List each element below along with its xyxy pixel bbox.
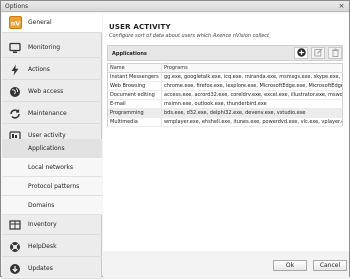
sidebar-item-maintenance[interactable]: Maintenance	[2, 104, 102, 124]
lightning-icon	[8, 63, 22, 77]
sidebar-item-label: Updates	[28, 265, 53, 272]
row-programs: gg.exe, googletalk.exe, icq.exe, miranda…	[161, 72, 343, 82]
applications-label: Applications	[112, 51, 147, 57]
sidebar-subitem-applications[interactable]: Applications	[2, 139, 102, 158]
row-name: Web Browsing	[107, 81, 162, 91]
row-name: Multimedia	[107, 117, 162, 127]
row-programs: msimn.exe, outlook.exe, thunderbird.exe	[161, 99, 343, 109]
monitor-icon	[8, 41, 22, 55]
row-programs: access.exe, acrord32.exe, coreldrv.exe, …	[161, 90, 343, 100]
updates-icon	[8, 262, 22, 276]
add-button[interactable]	[294, 47, 308, 59]
inventory-icon	[8, 218, 22, 232]
dialog-footer: Ok Cancel	[103, 252, 349, 277]
table-header-row: Name Programs	[107, 63, 343, 73]
sidebar-item-updates[interactable]: Updates	[2, 259, 102, 279]
edit-icon	[313, 48, 323, 59]
table-row[interactable]: Web Browsing chrome.exe, firefox.exe, ie…	[107, 81, 343, 91]
page-description: Configure sort of data about users which…	[109, 33, 270, 39]
row-name: E-mail	[107, 99, 162, 109]
sidebar-item-label: Inventory	[28, 221, 57, 228]
applications-table: Name Programs Instant Messengers gg.exe,…	[107, 63, 343, 127]
main-content: USER ACTIVITY Configure sort of data abo…	[103, 13, 349, 251]
globe-icon	[8, 85, 22, 99]
delete-button[interactable]	[328, 47, 342, 59]
sidebar-subitem-local-networks[interactable]: Local networks	[2, 158, 102, 177]
table-row[interactable]: E-mail msimn.exe, outlook.exe, thunderbi…	[107, 99, 343, 109]
sidebar-item-label: HelpDesk	[28, 243, 57, 250]
table-row[interactable]: Document editing access.exe, acrord32.ex…	[107, 90, 343, 100]
sidebar-item-label: Web access	[28, 88, 64, 95]
title-bar: Options ×	[1, 1, 349, 12]
maintenance-icon	[8, 107, 22, 121]
trash-icon	[331, 48, 340, 59]
helpdesk-icon	[8, 240, 22, 254]
table-row[interactable]: Instant Messengers gg.exe, googletalk.ex…	[107, 72, 343, 82]
close-icon[interactable]: ×	[337, 2, 346, 10]
applications-toolbar: Applications	[107, 45, 343, 61]
row-name: Document editing	[107, 90, 162, 100]
sidebar-item-inventory[interactable]: Inventory	[2, 215, 102, 235]
ok-button[interactable]: Ok	[273, 260, 307, 271]
sidebar-subitem-label: Domains	[28, 201, 55, 209]
sidebar-item-label: User activity	[28, 132, 66, 139]
sidebar-item-helpdesk[interactable]: HelpDesk	[2, 237, 102, 257]
sidebar-item-label: Maintenance	[28, 110, 67, 117]
column-header-name[interactable]: Name	[107, 63, 162, 73]
sidebar-item-monitoring[interactable]: Monitoring	[2, 38, 102, 58]
sidebar-subitem-label: Protocol patterns	[28, 182, 80, 190]
row-programs: bds.exe, d32.exe, delphi32.exe, devenv.e…	[161, 108, 343, 118]
row-name: Instant Messengers	[107, 72, 162, 82]
sidebar-item-label: Actions	[28, 66, 50, 73]
row-programs: chrome.exe, firefox.exe, iexplore.exe, M…	[161, 81, 343, 91]
sidebar-subitem-label: Applications	[28, 144, 65, 152]
sidebar-item-label: General	[28, 19, 52, 26]
sidebar-item-web-access[interactable]: Web access	[2, 82, 102, 102]
sidebar-item-label: Monitoring	[28, 44, 61, 51]
row-programs: wmplayer.exe, ehshell.exe, itunes.exe, p…	[161, 117, 343, 127]
table-row[interactable]: Multimedia wmplayer.exe, ehshell.exe, it…	[107, 117, 343, 127]
nv-logo-icon: nV	[8, 16, 22, 30]
page-title: USER ACTIVITY	[109, 23, 171, 31]
cancel-button[interactable]: Cancel	[313, 260, 347, 271]
table-row[interactable]: Programming bds.exe, d32.exe, delphi32.e…	[107, 108, 343, 118]
plus-icon	[296, 47, 306, 59]
svg-text:nV: nV	[10, 19, 20, 27]
options-window: Options × nV General Monitoring Actions	[0, 0, 350, 279]
sidebar-item-actions[interactable]: Actions	[2, 60, 102, 80]
sidebar: nV General Monitoring Actions Web access	[2, 13, 102, 279]
sidebar-item-general[interactable]: nV General	[2, 13, 102, 33]
sidebar-subitem-label: Local networks	[28, 163, 73, 171]
sidebar-subitem-domains[interactable]: Domains	[2, 196, 102, 215]
column-header-programs[interactable]: Programs	[161, 63, 343, 73]
edit-button[interactable]	[311, 47, 325, 59]
sidebar-subitem-protocol-patterns[interactable]: Protocol patterns	[2, 177, 102, 196]
window-title: Options	[5, 3, 29, 10]
row-name: Programming	[107, 108, 162, 118]
